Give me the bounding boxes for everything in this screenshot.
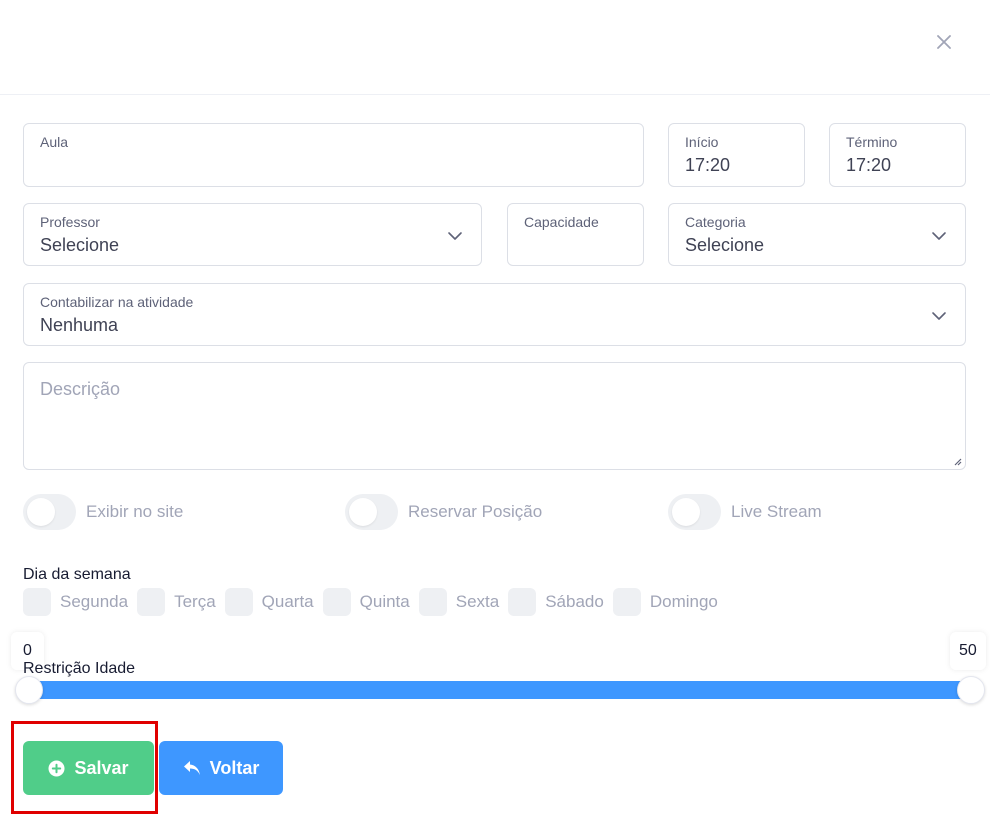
- descricao-textarea[interactable]: Descrição: [23, 362, 966, 470]
- weekday-sexta[interactable]: Sexta: [418, 588, 500, 616]
- save-button-label: Salvar: [74, 757, 129, 778]
- weekday-sabado[interactable]: Sábado: [508, 588, 604, 616]
- checkbox[interactable]: [224, 588, 253, 616]
- exibir-site-label: Exibir no site: [86, 502, 184, 521]
- weekday-domingo[interactable]: Domingo: [612, 588, 718, 616]
- chevron-down-icon: [448, 232, 462, 240]
- weekday-label: Segunda: [60, 592, 129, 611]
- back-button-label: Voltar: [209, 757, 260, 778]
- weekday-label: Quarta: [261, 592, 314, 611]
- termino-input[interactable]: Término 17:20: [829, 123, 966, 187]
- close-button[interactable]: [932, 30, 956, 54]
- inicio-label: Início: [685, 134, 719, 150]
- chevron-down-icon: [932, 232, 946, 240]
- contabilizar-label: Contabilizar na atividade: [40, 294, 194, 310]
- exibir-site-switch[interactable]: [23, 494, 76, 530]
- contabilizar-select[interactable]: Contabilizar na atividade Nenhuma: [23, 283, 966, 346]
- age-range-min-handle[interactable]: [15, 676, 43, 704]
- switch-knob: [27, 498, 55, 526]
- reservar-posicao-switch[interactable]: [345, 494, 398, 530]
- toggle-exibir-site: Exibir no site: [23, 494, 183, 530]
- professor-value: Selecione: [40, 235, 120, 255]
- checkbox[interactable]: [508, 588, 537, 616]
- checkbox[interactable]: [23, 588, 51, 616]
- age-range-track[interactable]: [29, 681, 972, 699]
- switch-knob: [672, 498, 700, 526]
- capacidade-label: Capacidade: [524, 214, 599, 230]
- weekday-list: Segunda Terça Quarta Quinta Sexta Sábado…: [23, 588, 727, 616]
- aula-label: Aula: [40, 134, 69, 150]
- weekday-quinta[interactable]: Quinta: [322, 588, 410, 616]
- inicio-value: 17:20: [685, 155, 731, 175]
- reply-arrow-icon: [183, 761, 200, 775]
- save-button[interactable]: Salvar: [23, 741, 154, 795]
- categoria-label: Categoria: [685, 214, 746, 230]
- categoria-select[interactable]: Categoria Selecione: [668, 203, 966, 266]
- weekday-terca[interactable]: Terça: [137, 588, 216, 616]
- weekday-label: Sexta: [455, 592, 500, 611]
- weekday-label: Terça: [174, 592, 216, 611]
- toggle-live-stream: Live Stream: [668, 494, 822, 530]
- live-stream-label: Live Stream: [731, 502, 822, 521]
- weekday-segunda[interactable]: Segunda: [23, 588, 128, 616]
- checkbox[interactable]: [322, 588, 351, 616]
- categoria-value: Selecione: [685, 235, 765, 255]
- professor-label: Professor: [40, 214, 100, 230]
- range-max-tooltip: 50: [950, 632, 986, 670]
- live-stream-switch[interactable]: [668, 494, 721, 530]
- capacidade-input[interactable]: Capacidade: [507, 203, 644, 266]
- weekday-label: Sábado: [545, 592, 604, 611]
- switch-knob: [349, 498, 377, 526]
- weekday-label: Domingo: [649, 592, 718, 611]
- inicio-input[interactable]: Início 17:20: [668, 123, 805, 187]
- reservar-posicao-label: Reservar Posição: [408, 502, 543, 521]
- age-range-max-handle[interactable]: [957, 676, 985, 704]
- termino-label: Término: [846, 134, 898, 150]
- checkbox[interactable]: [612, 588, 641, 616]
- professor-select[interactable]: Professor Selecione: [23, 203, 482, 266]
- chevron-down-icon: [932, 312, 946, 320]
- aula-input[interactable]: Aula: [23, 123, 644, 187]
- back-button[interactable]: Voltar: [159, 741, 283, 795]
- termino-value: 17:20: [846, 155, 892, 175]
- resize-grip-icon[interactable]: [952, 456, 962, 466]
- age-restriction-title: Restrição Idade: [23, 660, 136, 677]
- contabilizar-value: Nenhuma: [40, 315, 119, 335]
- weekday-label: Quinta: [359, 592, 410, 611]
- plus-circle-icon: [48, 760, 65, 776]
- weekdays-title: Dia da semana: [23, 566, 131, 583]
- toggle-reservar-posicao: Reservar Posição: [345, 494, 542, 530]
- checkbox[interactable]: [137, 588, 166, 616]
- descricao-placeholder: Descrição: [40, 379, 121, 399]
- close-icon: [937, 35, 951, 49]
- checkbox[interactable]: [418, 588, 447, 616]
- modal-header: [0, 0, 990, 95]
- weekday-quarta[interactable]: Quarta: [224, 588, 314, 616]
